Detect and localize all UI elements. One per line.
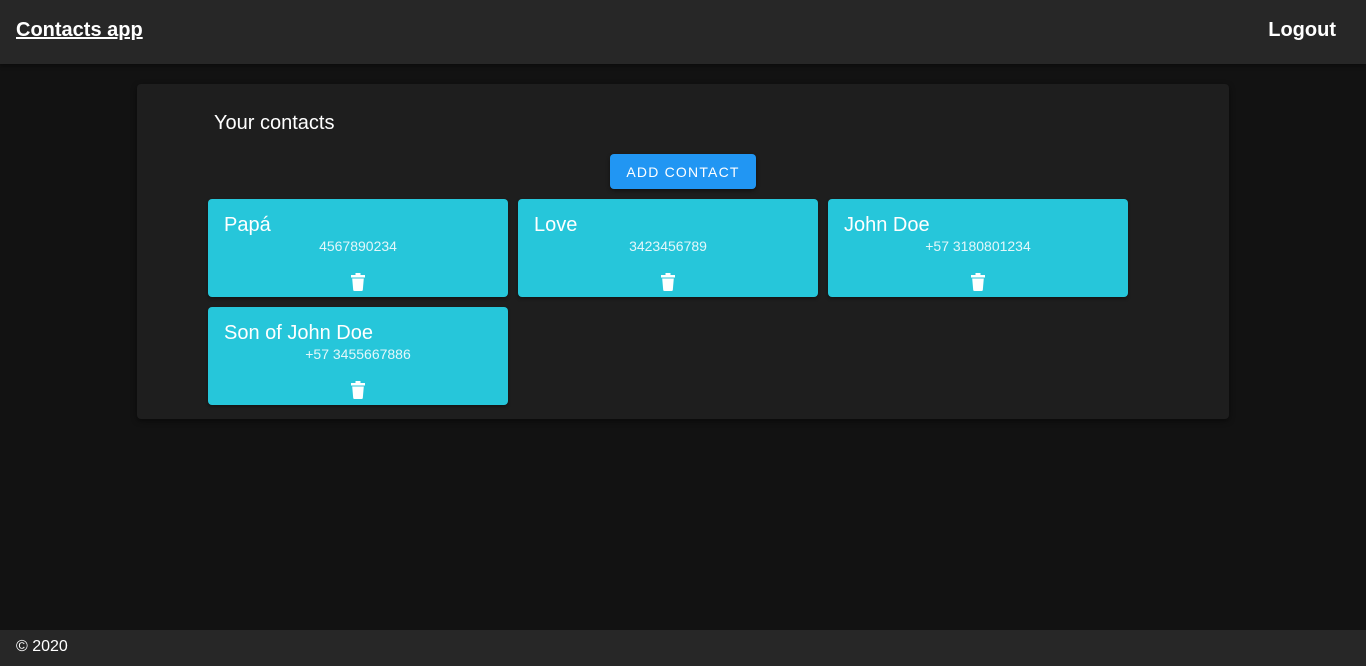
contact-phone: 3423456789 — [629, 238, 707, 254]
delete-contact-button[interactable] — [345, 381, 371, 403]
contact-card: Papá 4567890234 — [208, 199, 508, 297]
logout-button[interactable]: Logout — [1268, 19, 1336, 42]
footer: © 2020 — [0, 630, 1366, 666]
delete-contact-button[interactable] — [965, 273, 991, 295]
contact-name: Love — [534, 214, 578, 236]
contacts-panel: Your contacts ADD CONTACT Papá 456789023… — [137, 84, 1229, 419]
contact-name: John Doe — [844, 214, 930, 236]
contact-phone: +57 3455667886 — [305, 346, 411, 362]
contact-card: Love 3423456789 — [518, 199, 818, 297]
app-bar: Contacts app Logout — [0, 0, 1366, 64]
copyright-text: © 2020 — [16, 638, 68, 655]
trash-icon — [351, 273, 365, 291]
trash-icon — [971, 273, 985, 291]
contact-name: Son of John Doe — [224, 322, 373, 344]
contact-phone: +57 3180801234 — [925, 238, 1031, 254]
brand-link[interactable]: Contacts app — [16, 19, 143, 42]
add-contact-button[interactable]: ADD CONTACT — [610, 154, 756, 189]
trash-icon — [351, 381, 365, 399]
delete-contact-button[interactable] — [655, 273, 681, 295]
page-title: Your contacts — [214, 112, 335, 134]
contact-phone: 4567890234 — [319, 238, 397, 254]
contact-card: John Doe +57 3180801234 — [828, 199, 1128, 297]
delete-contact-button[interactable] — [345, 273, 371, 295]
contact-name: Papá — [224, 214, 271, 236]
trash-icon — [661, 273, 675, 291]
contact-card: Son of John Doe +57 3455667886 — [208, 307, 508, 405]
